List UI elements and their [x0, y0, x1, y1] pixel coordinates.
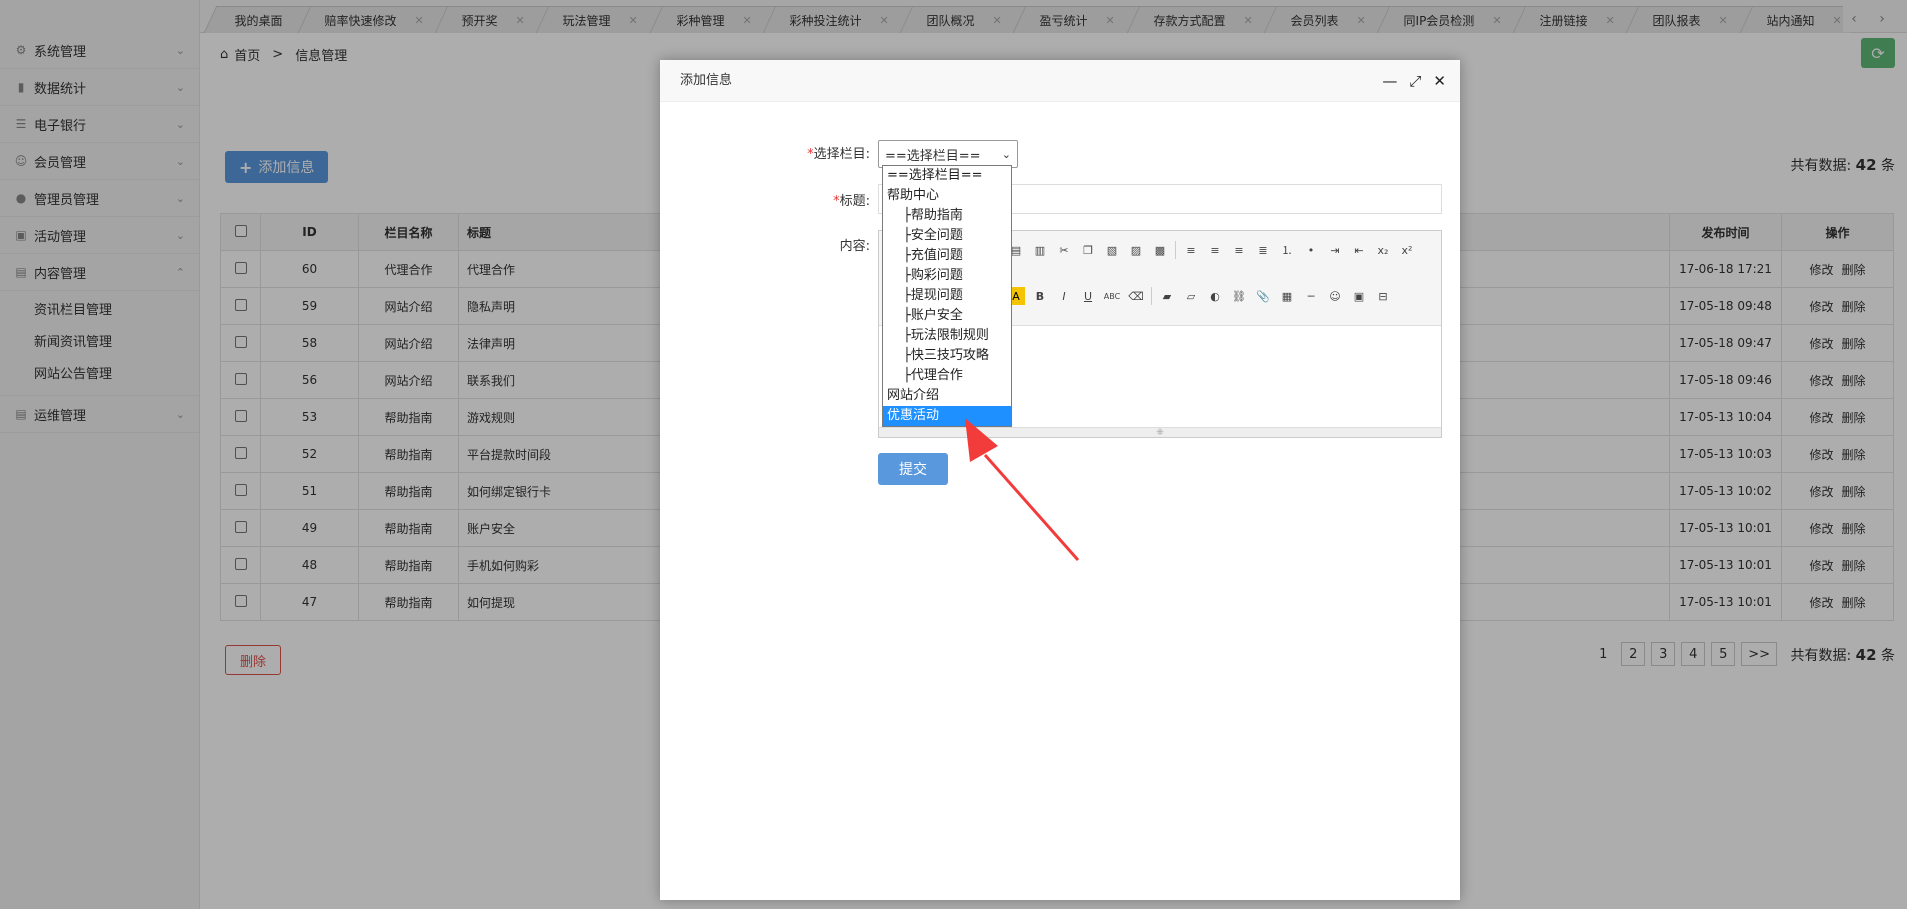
picture-icon[interactable]: ▣	[1350, 287, 1368, 305]
superscript-icon[interactable]: x²	[1398, 241, 1416, 259]
chevron-down-icon: ⌄	[1001, 147, 1011, 161]
attachment-icon[interactable]: 📎	[1254, 287, 1272, 305]
category-select[interactable]: ==选择栏目== ⌄	[878, 140, 1018, 168]
dropdown-option[interactable]: ├账户安全	[883, 306, 1011, 326]
insert-link-icon[interactable]: ⛓	[1230, 287, 1248, 305]
dropdown-option[interactable]: ├安全问题	[883, 226, 1011, 246]
template-icon[interactable]: ▥	[1031, 241, 1049, 259]
dropdown-option[interactable]: ├代理合作	[883, 366, 1011, 386]
insert-image-icon[interactable]: ▰	[1158, 287, 1176, 305]
indent-icon[interactable]: ⇥	[1326, 241, 1344, 259]
category-label: *选择栏目:	[690, 143, 870, 162]
eraser-icon[interactable]: ⌫	[1127, 287, 1145, 305]
category-label-text: 选择栏目:	[813, 147, 870, 162]
emoticon-icon[interactable]: ☺	[1326, 287, 1344, 305]
copy-icon[interactable]: ❐	[1079, 241, 1097, 259]
add-info-dialog: 添加信息 — ⤢ ✕ *选择栏目: ==选择栏目== ⌄ *标题: 内容: ▤ …	[660, 60, 1460, 900]
table-icon[interactable]: ▦	[1278, 287, 1296, 305]
dropdown-option[interactable]: ├购彩问题	[883, 266, 1011, 286]
italic-icon[interactable]: I	[1055, 287, 1073, 305]
minimize-icon[interactable]: —	[1382, 60, 1397, 102]
page-break-icon[interactable]: ⊟	[1374, 287, 1392, 305]
align-left-icon[interactable]: ≡	[1182, 241, 1200, 259]
close-icon[interactable]: ✕	[1433, 60, 1446, 102]
dropdown-option[interactable]: ├玩法限制规则	[883, 326, 1011, 346]
editor-resize-handle[interactable]: ⁜	[879, 427, 1441, 438]
toolbar-divider	[1151, 287, 1152, 305]
editor-toolbar-row-2: A B I U ABC ⌫ ▰ ▱ ◐ ⛓ 📎 ▦ ─ ☺ ▣ ⊟	[1007, 281, 1433, 311]
dropdown-option[interactable]: ├帮助指南	[883, 206, 1011, 226]
category-dropdown-list: ==选择栏目== 帮助中心 ├帮助指南 ├安全问题 ├充值问题 ├购彩问题 ├提现问题 ├账户…	[882, 165, 1012, 427]
cut-icon[interactable]: ✂	[1055, 241, 1073, 259]
content-label: 内容:	[839, 239, 870, 254]
outdent-icon[interactable]: ⇤	[1350, 241, 1368, 259]
underline-icon[interactable]: U	[1079, 287, 1097, 305]
title-label: *标题:	[690, 190, 870, 209]
unordered-list-icon[interactable]: •	[1302, 241, 1320, 259]
insert-flash-icon[interactable]: ▱	[1182, 287, 1200, 305]
submit-button[interactable]: 提交	[878, 453, 948, 485]
editor-toolbar-row-1: ▤ ▥ ✂ ❐ ▧ ▨ ▩ ≡ ≡ ≡ ≣ ⒈ • ⇥ ⇤ x₂ x²	[1007, 235, 1433, 265]
dropdown-option[interactable]: ├提现问题	[883, 286, 1011, 306]
ordered-list-icon[interactable]: ⒈	[1278, 241, 1296, 259]
horizontal-rule-icon[interactable]: ─	[1302, 287, 1320, 305]
dropdown-option[interactable]: ├充值问题	[883, 246, 1011, 266]
insert-media-icon[interactable]: ◐	[1206, 287, 1224, 305]
dropdown-option[interactable]: 帮助中心	[883, 186, 1011, 206]
bold-icon[interactable]: B	[1031, 287, 1049, 305]
maximize-icon[interactable]: ⤢	[1409, 60, 1421, 102]
dropdown-option[interactable]: 网站介绍	[883, 386, 1011, 406]
align-right-icon[interactable]: ≡	[1230, 241, 1248, 259]
justify-icon[interactable]: ≣	[1254, 241, 1272, 259]
toolbar-divider	[1175, 241, 1176, 259]
arrow-shaft	[983, 454, 1080, 561]
dropdown-option-highlighted[interactable]: 优惠活动	[883, 406, 1011, 426]
dropdown-option[interactable]: ├快三技巧攻略	[883, 346, 1011, 366]
strikethrough-icon[interactable]: ABC	[1103, 287, 1121, 305]
dropdown-option[interactable]: ==选择栏目==	[883, 166, 1011, 186]
paste-html-icon[interactable]: ▩	[1151, 241, 1169, 259]
align-center-icon[interactable]: ≡	[1206, 241, 1224, 259]
paste-word-icon[interactable]: ▨	[1127, 241, 1145, 259]
dialog-header: 添加信息 — ⤢ ✕	[660, 60, 1460, 102]
dialog-title: 添加信息	[680, 73, 733, 88]
paste-text-icon[interactable]: ▧	[1103, 241, 1121, 259]
category-select-value: ==选择栏目==	[885, 148, 981, 164]
title-label-text: 标题:	[839, 194, 870, 209]
subscript-icon[interactable]: x₂	[1374, 241, 1392, 259]
